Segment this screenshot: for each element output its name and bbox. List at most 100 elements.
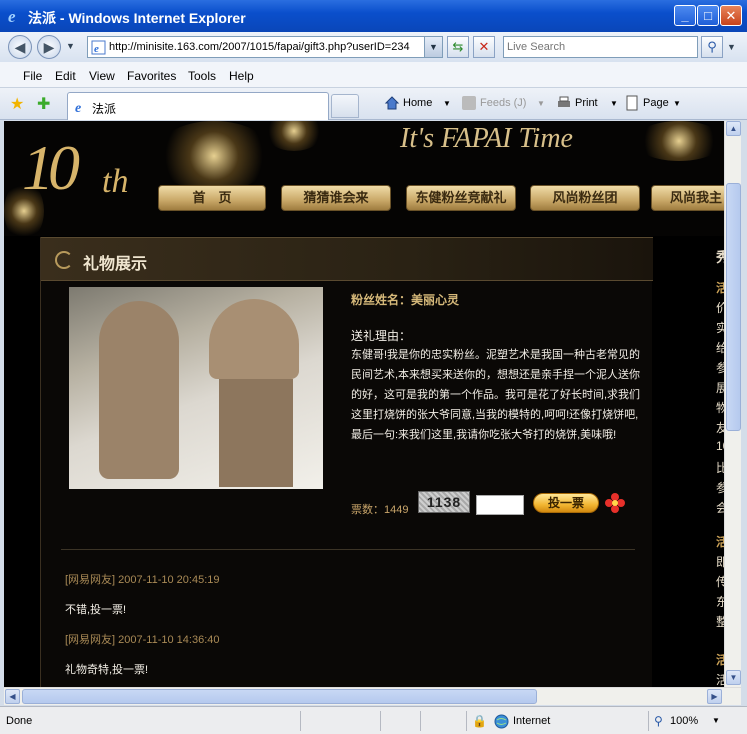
close-button[interactable]: ✕ [720,5,742,26]
search-options-icon[interactable]: ▼ [727,42,736,52]
sparkle-decoration [154,121,274,191]
menu-file[interactable]: File [23,69,42,83]
right-column-line: 整 [716,615,724,629]
globe-icon [494,714,509,729]
print-dropdown-icon[interactable]: ▼ [610,99,618,108]
favorites-star-icon[interactable]: ★ [10,94,24,114]
right-column-line: 参 [716,361,724,375]
right-column-line: 传 [716,575,724,589]
address-toolbar: ◀ ▶ ▼ e ▼ ⇆ ✕ ⚲ ▼ [0,32,747,62]
maximize-button[interactable]: □ [697,5,719,26]
horizontal-scrollbar[interactable]: ◀ ▶ [4,687,741,705]
stop-icon: ✕ [478,39,490,54]
address-dropdown-icon[interactable]: ▼ [424,37,442,57]
status-bar: Done 🔒 Internet ⚲ 100% ▼ [0,706,747,734]
page-button[interactable]: Page [643,97,669,109]
address-bar[interactable]: e ▼ [87,36,443,58]
captcha-image: 1138 [418,491,470,513]
browser-tab[interactable]: e 法派 [67,92,329,120]
right-column-line: 给 [716,341,724,355]
nav-style-master[interactable]: 风尚我主 [651,185,724,211]
minimize-button[interactable]: _ [674,5,696,26]
back-button[interactable]: ◀ [8,35,32,59]
right-column-line: 展 [716,381,724,395]
vote-button[interactable]: 投一票 [533,493,599,513]
home-icon [384,96,400,110]
tab-page-icon: e [75,101,81,114]
back-arrow-icon: ◀ [14,39,26,55]
site-slogan: It's FAPAI Time [400,123,573,154]
nav-fan-club[interactable]: 风尚粉丝团 [530,185,640,211]
clay-stand-shape [219,379,293,487]
right-column-line: 会 [716,501,724,515]
stop-button[interactable]: ✕ [473,36,495,58]
printer-icon [558,96,570,107]
scroll-down-icon[interactable]: ▼ [726,670,741,685]
refresh-button[interactable]: ⇆ [447,36,469,58]
nav-fan-gifts[interactable]: 东健粉丝竞献礼 [406,185,516,211]
right-column-line: 物 [716,401,724,415]
page-dropdown-icon[interactable]: ▼ [673,99,681,108]
menu-view[interactable]: View [89,69,115,83]
nav-guess-who[interactable]: 猜猜谁会来 [281,185,391,211]
comment-text: 不错,投一票! [65,604,127,616]
search-button[interactable]: ⚲ [701,36,723,58]
scroll-up-icon[interactable]: ▲ [726,121,741,136]
right-column-line: 活 [716,281,724,295]
status-separator [300,711,301,731]
protected-mode-icon[interactable]: 🔒 [472,714,487,728]
right-column-line: 实 [716,321,724,335]
forward-button[interactable]: ▶ [37,35,61,59]
right-column-line: 即 [716,555,724,569]
scroll-right-icon[interactable]: ▶ [707,689,722,704]
right-column-line: 活 [716,673,724,687]
anniversary-badge-suffix: th [102,163,129,200]
menu-favorites[interactable]: Favorites [127,69,176,83]
svg-text:e: e [75,101,81,114]
new-tab-button[interactable] [331,94,359,118]
home-dropdown-icon[interactable]: ▼ [443,99,451,108]
clay-figure-shape [99,301,179,479]
site-header: 10 th It's FAPAI Time 首 页 猜猜谁会来 东健粉丝竞献礼 … [4,121,724,241]
history-dropdown-icon[interactable]: ▼ [66,41,75,51]
gift-reason: 东健哥!我是你的忠实粉丝。泥塑艺术是我国一种古老常见的民间艺术,本来想买来送你的… [351,349,641,441]
print-button[interactable]: Print [575,97,598,109]
comment-text: 礼物奇特,投一票! [65,664,149,676]
search-input[interactable] [507,38,697,56]
status-separator [466,711,467,731]
svg-text:e: e [8,7,16,25]
status-separator [380,711,381,731]
address-input[interactable] [109,39,419,55]
add-favorite-icon[interactable]: ✚ [37,94,50,114]
nav-home[interactable]: 首 页 [158,185,266,211]
zoom-icon[interactable]: ⚲ [654,714,663,728]
feeds-dropdown-icon[interactable]: ▼ [537,99,545,108]
ie-logo-icon: e [8,7,16,25]
zoom-dropdown-icon[interactable]: ▼ [712,716,720,725]
right-column-line: 比 [716,461,724,475]
comment-meta: [网易网友] 2007-11-10 14:36:40 [65,634,220,646]
page-viewport[interactable]: 10 th It's FAPAI Time 首 页 猜猜谁会来 东健粉丝竞献礼 … [4,121,724,687]
tab-command-bar: ★ ✚ e 法派 Home ▼ Feeds (J) ▼ Print ▼ Page… [0,88,747,120]
home-button[interactable]: Home [403,97,432,109]
right-column: 秀 活 价 实 给 参 展 物 友 10 比 参 会 活 即 传 东 整 活 活… [680,237,724,687]
right-column-line: 友 [716,421,724,435]
menu-help[interactable]: Help [229,69,254,83]
horizontal-scroll-thumb[interactable] [22,689,537,704]
feeds-button[interactable]: Feeds (J) [480,97,526,109]
page-icon: e [91,40,106,55]
menu-tools[interactable]: Tools [188,69,216,83]
gift-photo [69,287,323,489]
search-box[interactable] [503,36,698,58]
swirl-icon [55,251,73,269]
right-column-line: 价 [716,301,724,315]
vertical-scrollbar[interactable]: ▲ ▼ [724,121,741,687]
right-column-line: 10 [716,439,724,453]
menu-edit[interactable]: Edit [55,69,76,83]
vertical-scroll-thumb[interactable] [726,183,741,431]
fan-name: 粉丝姓名：美丽心灵 [351,293,460,307]
flower-icon [605,493,625,513]
zoom-level[interactable]: 100% [670,715,698,727]
captcha-input[interactable] [476,495,524,515]
scroll-left-icon[interactable]: ◀ [5,689,20,704]
